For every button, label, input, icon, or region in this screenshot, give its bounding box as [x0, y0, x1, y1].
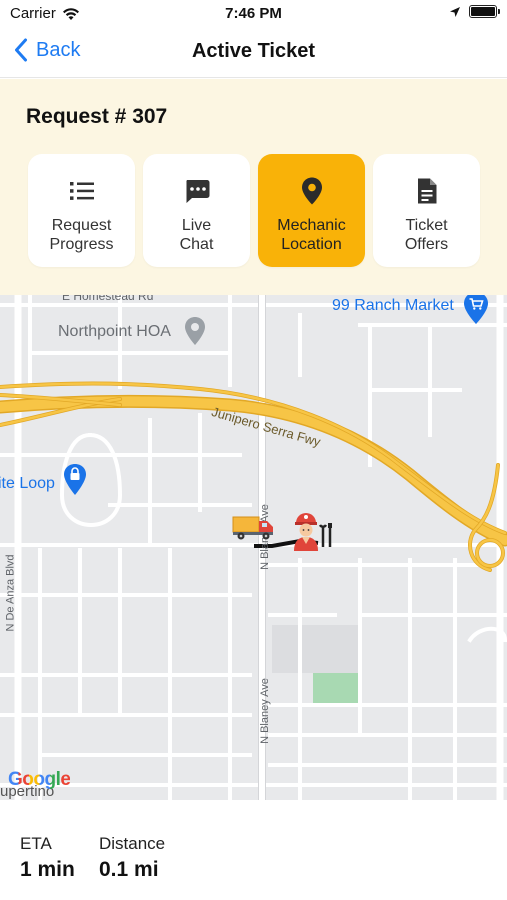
street-label-blaney-bottom: N Blaney Ave [258, 678, 271, 744]
distance-metric: Distance 0.1 mi [99, 834, 165, 882]
eta-value: 1 min [20, 858, 75, 881]
list-icon [67, 176, 97, 206]
lock-pin-icon [64, 464, 86, 495]
street-label-homestead: E Homestead Rd [62, 295, 154, 303]
map-view[interactable]: E Homestead Rd Junipero Serra Fwy N De A… [0, 295, 507, 800]
map-canvas [0, 295, 507, 800]
tab-ticket-offers[interactable]: Ticket Offers [373, 154, 480, 267]
park-area [313, 673, 358, 706]
truck-marker-icon[interactable] [232, 515, 276, 541]
location-arrow-icon [450, 6, 460, 17]
map-pin-icon [185, 317, 205, 345]
chevron-left-icon [15, 38, 27, 62]
tab-mechanic-location[interactable]: Mechanic Location [258, 154, 365, 267]
chat-bubble-icon [182, 176, 212, 206]
poi-label-ranch-market: 99 Ranch Market [332, 297, 454, 314]
poi-label-northpoint: Northpoint HOA [58, 323, 171, 340]
poi-label-loop: ite Loop [0, 475, 55, 492]
document-icon [412, 176, 442, 206]
tab-request-progress[interactable]: Request Progress [28, 154, 135, 267]
tab-label: Mechanic Location [277, 217, 346, 253]
mechanic-marker-icon[interactable] [290, 511, 336, 553]
tab-label: Live Chat [179, 217, 214, 253]
request-title: Request # 307 [26, 105, 168, 128]
back-button[interactable]: Back [14, 38, 80, 62]
nav-bar: Back Active Ticket [0, 28, 507, 78]
street-label-de-anza: N De Anza Blvd [4, 554, 17, 632]
google-logo-text: Google [8, 769, 71, 790]
tab-live-chat[interactable]: Live Chat [143, 154, 250, 267]
trip-metrics: ETA 1 min Distance 0.1 mi [0, 800, 507, 900]
battery-icon [469, 5, 500, 18]
eta-label: ETA [20, 834, 52, 853]
status-bar: Carrier 7:46 PM [0, 0, 507, 28]
tab-label: Ticket Offers [404, 217, 449, 253]
back-label: Back [36, 38, 81, 61]
location-pin-icon [297, 176, 327, 206]
tab-label: Request Progress [49, 217, 114, 253]
tab-bar: Request Progress Live Chat Mechanic Loca… [28, 154, 480, 267]
battery-fill [471, 7, 495, 16]
status-time: 7:46 PM [225, 5, 282, 22]
google-logo: Google [8, 769, 71, 791]
distance-value: 0.1 mi [99, 858, 159, 881]
status-right [449, 5, 500, 18]
eta-metric: ETA 1 min [20, 834, 75, 882]
shopping-cart-icon [464, 295, 488, 324]
distance-label: Distance [99, 834, 166, 853]
request-panel: Request # 307 Request Progress Live Chat… [0, 79, 507, 295]
